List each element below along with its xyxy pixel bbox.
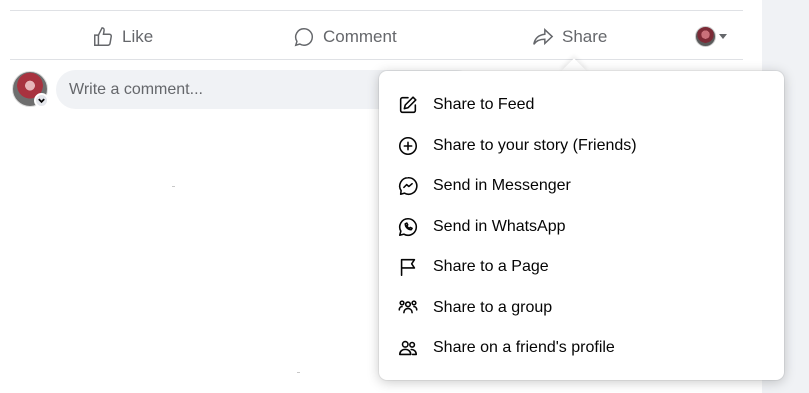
share-to-feed-item[interactable]: Share to Feed bbox=[379, 85, 784, 126]
menu-item-label: Send in Messenger bbox=[433, 177, 571, 195]
profile-switcher[interactable] bbox=[695, 25, 727, 47]
share-button[interactable]: Share bbox=[532, 20, 607, 54]
avatar bbox=[695, 25, 716, 47]
flag-icon bbox=[400, 259, 416, 277]
share-to-story-item[interactable]: Share to your story (Friends) bbox=[379, 126, 784, 167]
send-in-whatsapp-item[interactable]: Send in WhatsApp bbox=[379, 207, 784, 248]
artifact-speck bbox=[172, 186, 175, 187]
menu-item-label: Share to your story (Friends) bbox=[433, 136, 637, 154]
comment-bubble-icon bbox=[294, 28, 313, 47]
share-to-page-item[interactable]: Share to a Page bbox=[379, 247, 784, 288]
post-footer: Like Comment Share Write a comment... Sh… bbox=[0, 0, 809, 393]
chevron-down-icon bbox=[38, 98, 45, 104]
add-story-icon bbox=[398, 136, 418, 155]
share-arrow-icon bbox=[533, 27, 554, 46]
send-in-messenger-item[interactable]: Send in Messenger bbox=[379, 166, 784, 207]
divider-actions bbox=[10, 59, 743, 60]
group-icon bbox=[398, 300, 418, 314]
comment-label: Comment bbox=[323, 27, 397, 46]
artifact-speck bbox=[297, 372, 300, 373]
whatsapp-icon bbox=[398, 217, 418, 236]
friends-icon bbox=[398, 341, 418, 356]
thumbs-up-icon bbox=[94, 27, 112, 46]
caret-down-icon bbox=[719, 33, 727, 39]
menu-item-label: Send in WhatsApp bbox=[433, 217, 566, 235]
share-menu: Share to Feed Share to your story (Frien… bbox=[379, 71, 784, 380]
divider-top bbox=[10, 10, 743, 11]
menu-item-label: Share to Feed bbox=[433, 96, 535, 114]
menu-item-label: Share to a Page bbox=[433, 258, 549, 276]
edit-icon bbox=[399, 96, 417, 114]
share-to-group-item[interactable]: Share to a group bbox=[379, 288, 784, 329]
comment-button[interactable]: Comment bbox=[293, 20, 397, 54]
menu-item-label: Share on a friend's profile bbox=[433, 339, 615, 357]
messenger-icon bbox=[398, 177, 418, 196]
like-label: Like bbox=[122, 27, 154, 46]
menu-item-label: Share to a group bbox=[433, 298, 553, 316]
avatar-options-badge[interactable] bbox=[34, 93, 49, 108]
share-on-friends-profile-item[interactable]: Share on a friend's profile bbox=[379, 328, 784, 369]
share-label: Share bbox=[562, 27, 608, 46]
like-button[interactable]: Like bbox=[92, 20, 153, 54]
